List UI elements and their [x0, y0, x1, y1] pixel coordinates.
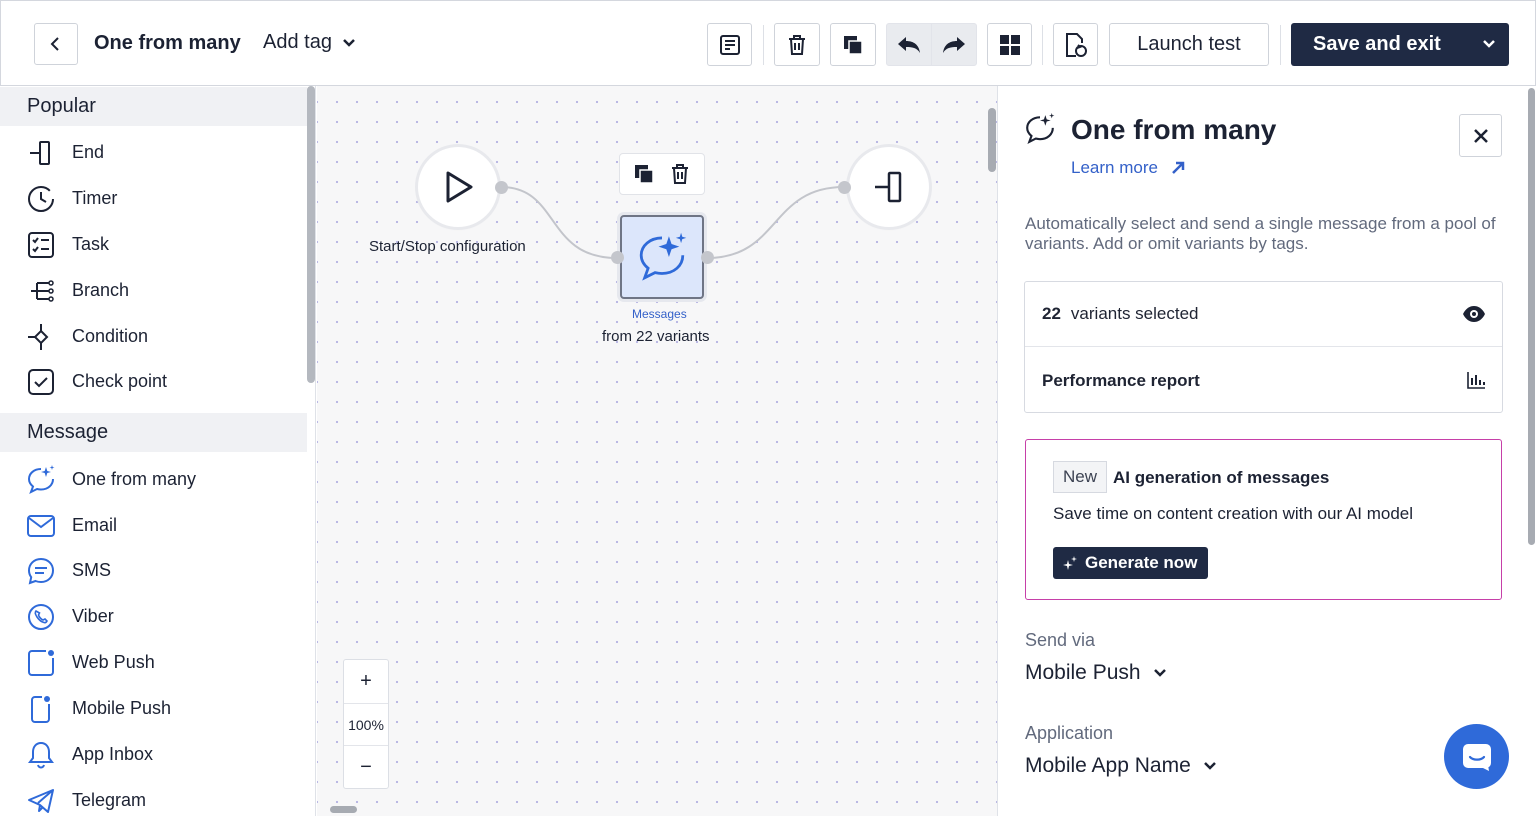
message-node-subtitle: from 22 variants	[602, 328, 710, 345]
learn-more-label: Learn more	[1071, 158, 1158, 177]
performance-report-label: Performance report	[1042, 370, 1200, 390]
chevron-down-icon	[1153, 669, 1166, 677]
close-icon	[1473, 128, 1488, 143]
output-port[interactable]	[495, 181, 508, 194]
chat-icon	[1462, 743, 1491, 771]
canvas-vertical-scrollbar[interactable]	[988, 108, 996, 172]
generate-now-button[interactable]: Generate now	[1053, 547, 1208, 579]
chevron-down-icon	[1203, 762, 1216, 770]
variants-count: 22	[1042, 304, 1061, 323]
eye-icon[interactable]	[1462, 304, 1486, 324]
copy-icon[interactable]	[632, 162, 656, 186]
generate-now-label: Generate now	[1085, 553, 1198, 572]
application-value: Mobile App Name	[1025, 754, 1191, 777]
sparkle-icon	[1063, 556, 1077, 570]
close-panel-button[interactable]	[1459, 114, 1502, 157]
support-chat-button[interactable]	[1444, 724, 1509, 789]
start-node-label: Start/Stop configuration	[369, 238, 526, 255]
ai-card-title: AI generation of messages	[1113, 468, 1330, 487]
end-icon	[875, 171, 902, 203]
sparkle-chat-icon	[639, 232, 687, 281]
panel-title: One from many	[1071, 114, 1277, 145]
learn-more-link[interactable]: Learn more	[1071, 158, 1186, 178]
send-via-value: Mobile Push	[1025, 661, 1141, 684]
input-port[interactable]	[838, 181, 851, 194]
send-via-label: Send via	[1025, 630, 1096, 650]
application-label: Application	[1025, 723, 1114, 743]
external-arrow-icon	[1172, 161, 1185, 174]
zoom-controls: + 100% −	[343, 659, 389, 789]
end-node[interactable]	[849, 147, 929, 227]
message-node-caption: Messages	[632, 307, 687, 321]
trash-icon[interactable]	[668, 162, 692, 186]
panel-description: Automatically select and send a single m…	[1025, 214, 1496, 253]
one-from-many-node[interactable]	[620, 215, 704, 299]
performance-report-row[interactable]: Performance report	[1025, 348, 1502, 413]
node-toolbar	[619, 153, 705, 195]
canvas-horizontal-scrollbar[interactable]	[330, 806, 357, 813]
input-port[interactable]	[611, 251, 624, 264]
application-dropdown[interactable]: Mobile App Name	[1025, 754, 1217, 778]
bar-chart-icon[interactable]	[1466, 370, 1486, 390]
variants-label: variants selected	[1070, 304, 1199, 323]
variants-card: 22 variants selected Performance report	[1024, 281, 1503, 413]
send-via-dropdown[interactable]: Mobile Push	[1025, 661, 1167, 685]
zoom-in-button[interactable]: +	[344, 660, 388, 703]
zoom-out-button[interactable]: −	[344, 746, 388, 789]
ai-card-text: Save time on content creation with our A…	[1053, 504, 1414, 523]
start-node[interactable]	[418, 147, 498, 227]
new-badge: New	[1053, 461, 1108, 493]
output-port[interactable]	[701, 251, 714, 264]
play-icon	[446, 171, 473, 203]
ai-generation-card: New AI generation of messages Save time …	[1025, 439, 1502, 600]
sparkle-chat-icon	[1026, 113, 1055, 144]
zoom-level: 100%	[344, 703, 388, 746]
variants-row[interactable]: 22 variants selected	[1025, 282, 1502, 347]
panel-scrollbar[interactable]	[1528, 88, 1535, 545]
settings-panel: One from many Learn more Automatically s…	[997, 86, 1536, 816]
